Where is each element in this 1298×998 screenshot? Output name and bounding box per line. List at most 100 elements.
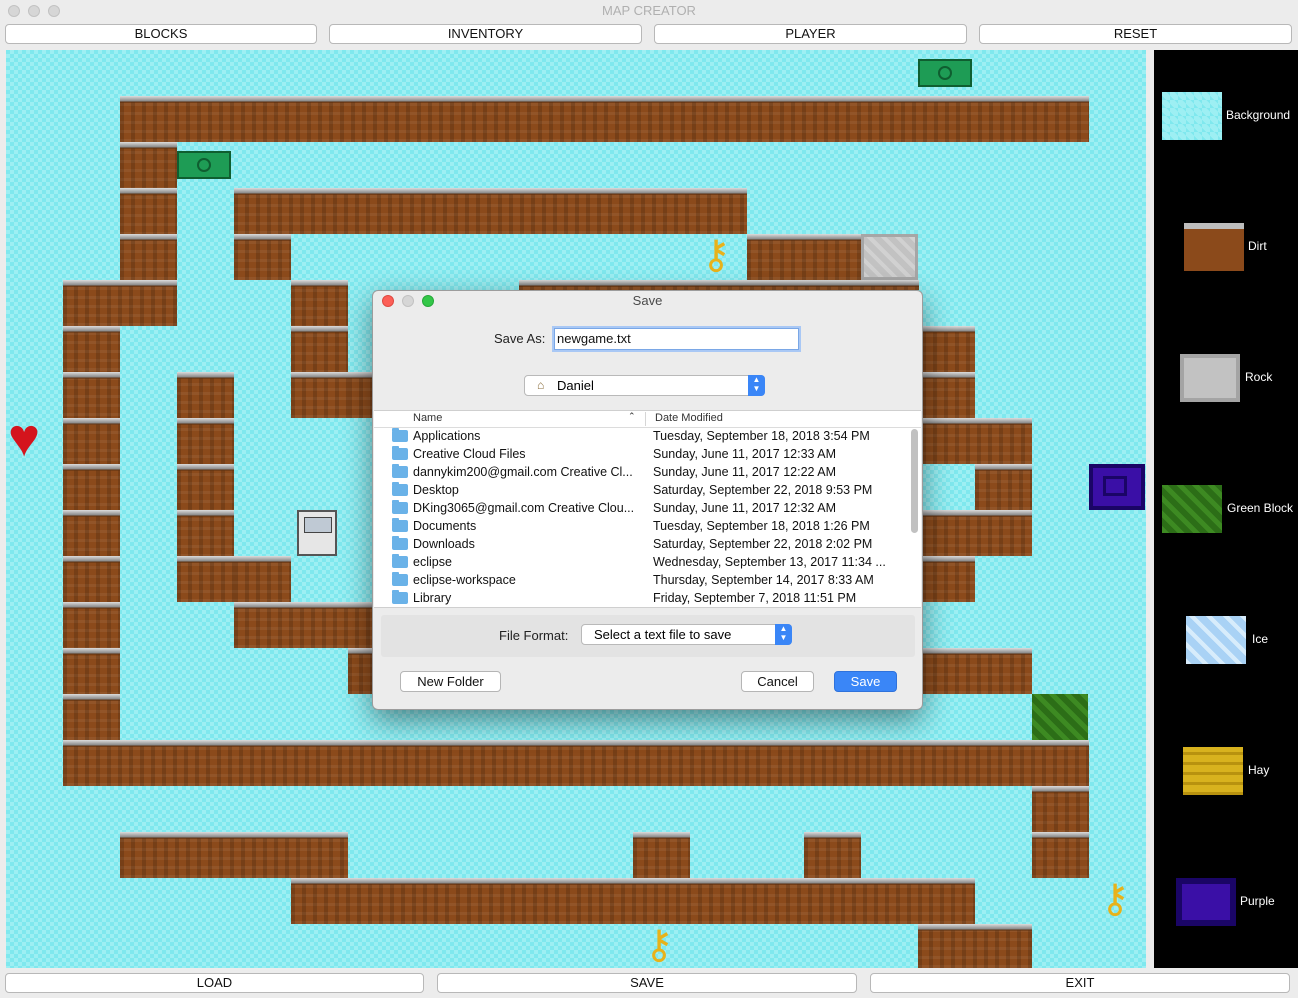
new-folder-button[interactable]: New Folder [400, 671, 501, 692]
window-title: MAP CREATOR [602, 3, 696, 18]
library-folder-icon [392, 590, 408, 604]
player-button[interactable]: PLAYER [654, 24, 967, 44]
dirt-block [1032, 786, 1089, 878]
dirt-block [519, 280, 919, 290]
dirt-block [120, 142, 177, 280]
palette-item-background[interactable]: Background [1154, 92, 1298, 154]
date-column-header[interactable]: Date Modified [655, 412, 723, 424]
file-format-select[interactable]: Select a text file to save ▲ ▼ [581, 624, 792, 645]
sort-ascending-icon: ⌃ [628, 411, 636, 421]
name-column-header[interactable]: Name [413, 412, 442, 424]
dirt-block [234, 188, 747, 234]
file-browser-list[interactable]: Name ⌃ Date Modified Applications Tuesday… [374, 410, 921, 608]
dirt-block [922, 648, 1032, 694]
palette-item-rock[interactable]: Rock [1154, 354, 1298, 416]
documents-folder-icon [392, 518, 408, 532]
column-divider [645, 412, 646, 426]
palette-label: Ice [1252, 632, 1269, 646]
location-select[interactable]: ⌂ Daniel ▲ ▼ [524, 375, 765, 396]
file-row[interactable]: Downloads Saturday, September 22, 2018 2:… [374, 536, 921, 554]
file-row[interactable]: Library Friday, September 7, 2018 11:51 P… [374, 590, 921, 607]
palette-label: Green Block [1227, 501, 1294, 515]
green-block [1032, 694, 1088, 740]
dirt-block [177, 372, 234, 602]
green-block-icon [1162, 485, 1222, 533]
rock-block [861, 234, 918, 280]
home-icon: ⌂ [537, 378, 545, 392]
heart-item-icon: ♥ [8, 408, 41, 468]
palette-label: Dirt [1248, 239, 1267, 253]
chevron-updown-icon: ▲ ▼ [748, 375, 765, 396]
computer-item-icon [297, 510, 337, 556]
dirt-block [922, 510, 1032, 556]
save-button[interactable]: SAVE [437, 973, 857, 993]
dialog-title: Save [632, 293, 663, 308]
palette-label: Purple [1240, 894, 1275, 908]
key-item-icon: ⚷ [701, 233, 731, 277]
file-row[interactable]: DKing3065@gmail.com Creative Clou... Sund… [374, 500, 921, 518]
dirt-block [234, 556, 291, 602]
cancel-button[interactable]: Cancel [741, 671, 814, 692]
window-titlebar: MAP CREATOR [0, 0, 1298, 22]
palette-item-ice[interactable]: Ice [1154, 616, 1298, 678]
file-row[interactable]: Documents Tuesday, September 18, 2018 1:2… [374, 518, 921, 536]
palette-item-purple[interactable]: Purple [1154, 878, 1298, 940]
file-row[interactable]: Applications Tuesday, September 18, 2018 … [374, 428, 921, 446]
file-row[interactable]: eclipse Wednesday, September 13, 2017 11:… [374, 554, 921, 572]
palette-item-green-block[interactable]: Green Block [1154, 485, 1298, 547]
chevron-updown-icon: ▲ ▼ [775, 624, 792, 645]
ice-block-icon [1186, 616, 1246, 664]
filename-input[interactable]: newgame.txt [554, 328, 799, 350]
folder-icon [392, 464, 408, 478]
folder-icon [392, 500, 408, 514]
load-button[interactable]: LOAD [5, 973, 424, 993]
palette-item-dirt[interactable]: Dirt [1154, 223, 1298, 285]
purple-block-icon [1176, 878, 1236, 926]
save-dialog: Save Save As: newgame.txt ⌂ Daniel ▲ ▼ Na… [372, 290, 923, 710]
block-palette: Background Dirt Rock Green Block Ice Hay… [1154, 50, 1298, 968]
dirt-block [63, 740, 1089, 786]
blocks-button[interactable]: BLOCKS [5, 24, 317, 44]
palette-label: Background [1226, 108, 1291, 122]
dirt-block-icon [1184, 223, 1244, 271]
file-list-scrollbar[interactable] [911, 429, 918, 533]
palette-item-hay[interactable]: Hay [1154, 747, 1298, 809]
money-item [918, 59, 972, 87]
folder-icon [392, 554, 408, 568]
file-list-header: Name ⌃ Date Modified [374, 411, 921, 428]
dirt-block [747, 234, 861, 280]
money-item [177, 151, 231, 179]
palette-label: Rock [1245, 370, 1273, 384]
dirt-block [922, 418, 1032, 464]
dirt-block [234, 234, 291, 280]
file-row[interactable]: Creative Cloud Files Sunday, June 11, 201… [374, 446, 921, 464]
exit-button[interactable]: EXIT [870, 973, 1290, 993]
rock-block-icon [1180, 354, 1240, 402]
dirt-block [120, 832, 348, 878]
file-row[interactable]: eclipse-workspace Thursday, September 14,… [374, 572, 921, 590]
inventory-button[interactable]: INVENTORY [329, 24, 642, 44]
folder-icon [392, 572, 408, 586]
desktop-folder-icon [392, 482, 408, 496]
dirt-block [633, 832, 690, 878]
file-format-value: Select a text file to save [594, 627, 732, 642]
reset-button[interactable]: RESET [979, 24, 1292, 44]
dirt-block [291, 878, 975, 924]
dialog-save-button[interactable]: Save [834, 671, 897, 692]
dirt-block [120, 96, 1089, 142]
save-as-label: Save As: [494, 331, 546, 346]
downloads-folder-icon [392, 536, 408, 550]
palette-label: Hay [1248, 763, 1270, 777]
file-row[interactable]: dannykim200@gmail.com Creative Cl... Sund… [374, 464, 921, 482]
applications-folder-icon [392, 428, 408, 442]
dirt-block [975, 464, 1032, 510]
purple-block [1089, 464, 1145, 510]
file-row[interactable]: Desktop Saturday, September 22, 2018 9:53… [374, 482, 921, 500]
key-item-icon: ⚷ [1100, 877, 1130, 921]
key-item-icon: ⚷ [644, 923, 674, 967]
dirt-block [918, 924, 1032, 968]
file-format-label: File Format: [499, 628, 569, 643]
folder-icon [392, 446, 408, 460]
location-value: Daniel [557, 378, 594, 393]
dirt-block [922, 556, 975, 602]
